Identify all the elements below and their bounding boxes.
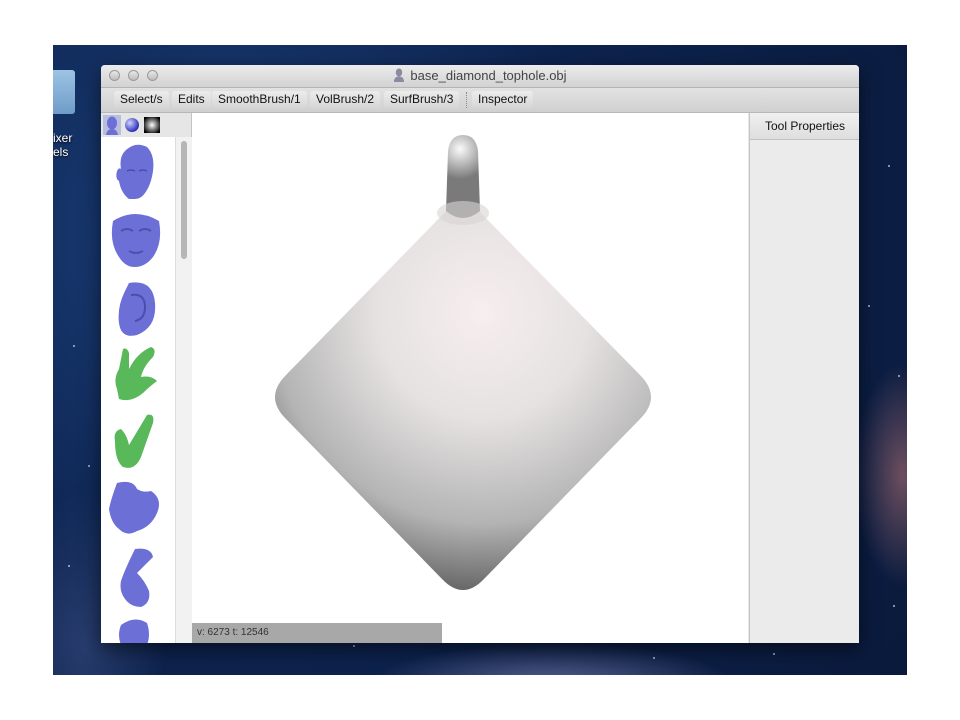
app-window: base_diamond_tophole.obj Select/s Edits … [101,65,859,643]
desktop-label-line-1: ixer [53,131,73,145]
select-tool-button[interactable]: Select/s [114,91,169,108]
bust-icon [394,68,405,82]
thumbnail-arm[interactable] [107,547,165,607]
tool-properties-title: Tool Properties [750,113,859,140]
thumbnail-head[interactable] [107,141,165,201]
title-bar[interactable]: base_diamond_tophole.obj [101,65,859,88]
smooth-brush-button[interactable]: SmoothBrush/1 [212,91,307,108]
thumbnail-face[interactable] [107,207,165,267]
thumbnail-partial[interactable] [107,615,165,643]
desktop-item-label[interactable]: ixer els [53,131,72,159]
tab-head-models[interactable] [103,115,121,135]
vertex-triangle-count: v: 6273 t: 12546 [192,623,442,643]
window-title: base_diamond_tophole.obj [410,68,567,83]
edits-button[interactable]: Edits [172,91,211,108]
tool-properties-panel: Tool Properties [749,113,859,643]
desktop-label-line-2: els [53,145,69,159]
inspector-button[interactable]: Inspector [472,91,534,108]
3d-viewport[interactable]: v: 6273 t: 12546 [192,113,838,643]
gradient-square-icon [144,117,160,133]
model-library-sidebar [101,113,192,643]
thumbnail-hand-open[interactable] [107,343,165,403]
library-tab-strip [101,113,191,137]
sidebar-scrollbar[interactable] [175,137,192,643]
model-thumbnail-list [101,137,175,643]
toolbar: Select/s Edits SmoothBrush/1 VolBrush/2 … [101,88,859,113]
thumbnail-hand-fist[interactable] [107,411,165,471]
sphere-icon [125,118,139,132]
tab-textures[interactable] [143,115,161,135]
diamond-model[interactable] [192,113,748,643]
head-icon [106,116,118,135]
toolbar-separator [466,92,468,108]
thumbnail-foot[interactable] [107,479,165,539]
thumbnail-ear[interactable] [107,277,165,337]
desktop-folder-icon[interactable] [53,70,75,114]
surf-brush-button[interactable]: SurfBrush/3 [384,91,460,108]
vol-brush-button[interactable]: VolBrush/2 [310,91,381,108]
tab-sphere-models[interactable] [123,115,141,135]
sidebar-scroll-thumb[interactable] [181,141,187,259]
